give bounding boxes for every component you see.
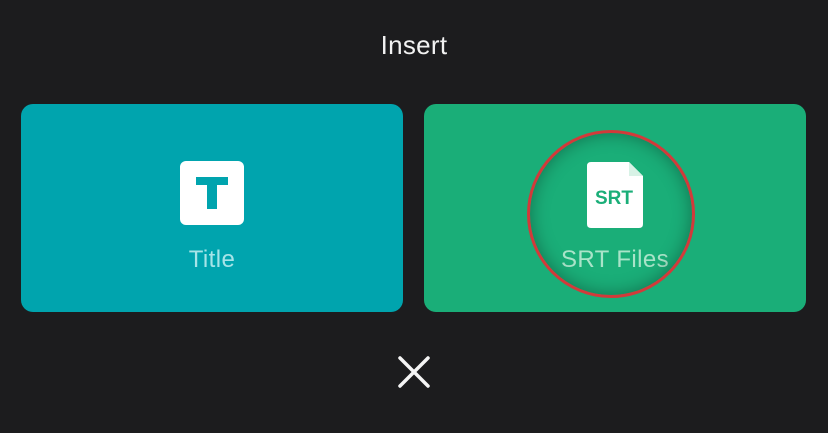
close-button[interactable] (394, 352, 434, 392)
srt-icon-text: SRT (595, 188, 633, 209)
insert-sheet: Insert Title SRT SRT Files (0, 0, 828, 433)
page-title: Insert (380, 30, 448, 60)
insert-srt-files-label: SRT Files (560, 246, 670, 273)
title-t-icon (180, 161, 244, 225)
insert-srt-files-button[interactable]: SRT SRT Files (424, 104, 806, 312)
srt-file-icon: SRT (587, 162, 643, 228)
close-icon (398, 356, 430, 388)
insert-title-label: Title (188, 246, 236, 273)
insert-title-button[interactable]: Title (21, 104, 403, 312)
